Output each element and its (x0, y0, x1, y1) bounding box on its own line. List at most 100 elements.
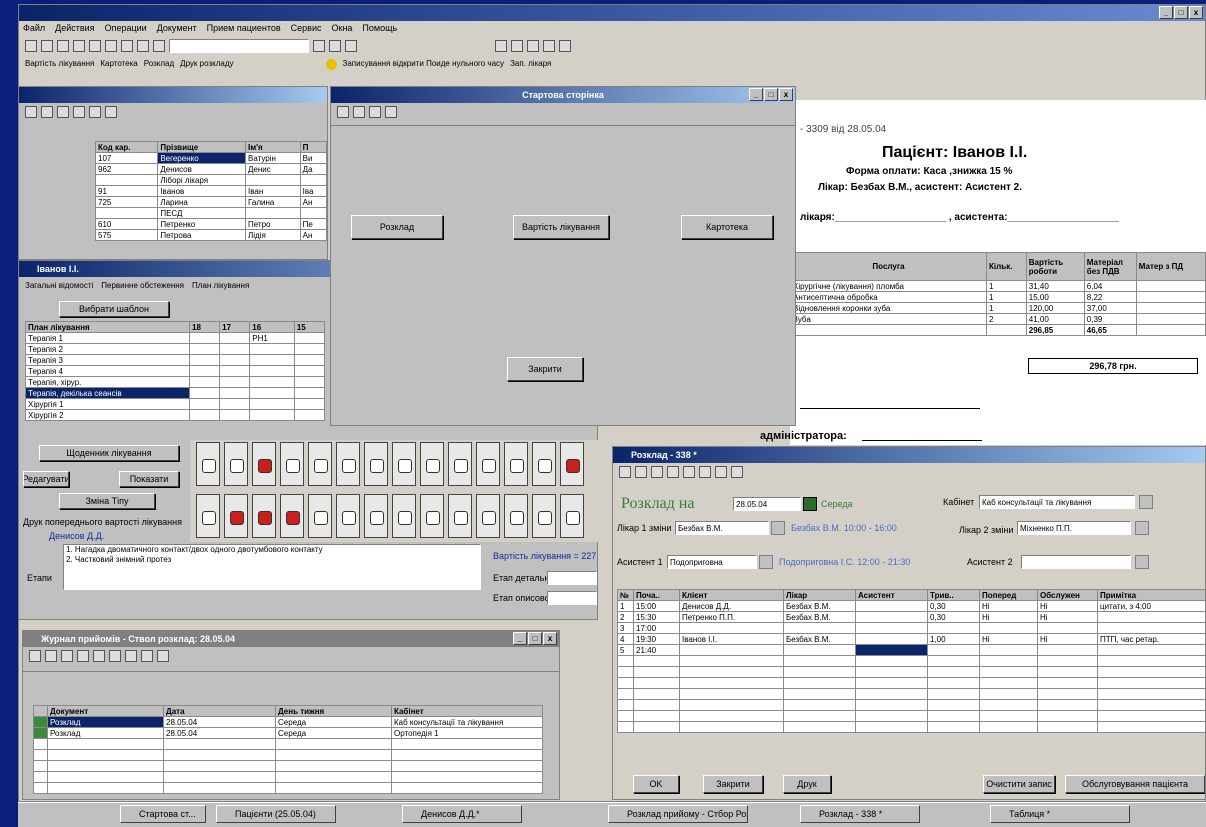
table-row[interactable]: 610 Петренко Петро Пе (94, 218, 327, 230)
nav-cost[interactable]: Вартість лікування (25, 59, 94, 70)
menu-item-actions[interactable]: Действия (55, 23, 94, 33)
tooth-upper-14[interactable] (560, 442, 584, 486)
tooth-upper-13[interactable] (532, 442, 556, 486)
close-icon[interactable]: x (1189, 6, 1203, 19)
taskbar-item-patients[interactable]: Пацієнти (25.05.04) (216, 805, 336, 823)
nav-schedule[interactable]: Розклад (144, 59, 174, 70)
table-row[interactable]: 575 Петрова Лідія Ан (94, 229, 327, 241)
save-icon[interactable] (57, 40, 69, 52)
schedule-table[interactable]: № Поча.. Клієнт Лікар Асистент Трив.. По… (617, 589, 1205, 733)
tab-examination[interactable]: Первинне обстеження (101, 281, 184, 290)
tooth-lower-9[interactable] (420, 494, 444, 538)
tooth-lower-11[interactable] (476, 494, 500, 538)
journal-table[interactable]: Документ Дата День тижня Кабінет Розклад 28.… (33, 705, 543, 794)
col-header[interactable]: Асистент (855, 589, 928, 601)
choose-template-button[interactable]: Вибрати шаблон (59, 301, 169, 317)
find-icon[interactable] (153, 40, 165, 52)
tooth-upper-6[interactable] (336, 442, 360, 486)
table-row[interactable]: Ліборі лікаря (94, 174, 327, 186)
table-row[interactable] (617, 710, 1205, 722)
delete-icon[interactable] (125, 650, 137, 662)
taskbar-item-journal[interactable]: Розклад прийому - Стбор Розкла... (608, 805, 748, 823)
menu-item-windows[interactable]: Окна (332, 23, 353, 33)
tooth-lower-1[interactable] (196, 494, 220, 538)
cost-link[interactable]: Вартість лікування = 227 (493, 551, 596, 561)
menu-item-service[interactable]: Сервис (291, 23, 322, 33)
tooth-lower-13[interactable] (532, 494, 556, 538)
new-icon[interactable] (25, 40, 37, 52)
copy-icon[interactable] (93, 650, 105, 662)
cost-button[interactable]: Вартість лікування (513, 215, 609, 239)
maximize-icon[interactable]: □ (528, 632, 542, 645)
layout-icon[interactable] (511, 40, 523, 52)
print-icon[interactable] (715, 466, 727, 478)
table-row[interactable]: 3 17:00 (617, 622, 1205, 634)
cut-icon[interactable] (73, 40, 85, 52)
filter-icon[interactable] (29, 650, 41, 662)
nav-toolbar-text[interactable]: Записування відкрити Поиде нульного часу (343, 59, 505, 70)
grid-icon[interactable] (495, 40, 507, 52)
filter-icon[interactable] (619, 466, 631, 478)
menu-item-file[interactable]: Файл (23, 23, 45, 33)
plan-row[interactable]: Терапія, хірур. (25, 376, 326, 388)
minimize-icon[interactable]: _ (1159, 6, 1173, 19)
tooth-upper-3[interactable] (252, 442, 276, 486)
tooth-chart[interactable] (190, 440, 610, 542)
col-header[interactable]: День тижня (275, 705, 392, 717)
close-icon[interactable]: x (543, 632, 557, 645)
open-icon[interactable] (41, 40, 53, 52)
tooth-lower-3[interactable] (252, 494, 276, 538)
col-header[interactable]: Прізвище (157, 141, 246, 153)
tab-general[interactable]: Загальні відомості (25, 281, 93, 290)
list-icon[interactable] (45, 650, 57, 662)
assistant2-select[interactable] (1021, 555, 1131, 569)
close-doc-icon[interactable] (543, 40, 555, 52)
col-header[interactable]: Трив.. (927, 589, 980, 601)
assistant1-select[interactable]: Подоприговна (667, 555, 757, 569)
help-icon[interactable] (385, 106, 397, 118)
sort-icon[interactable] (699, 466, 711, 478)
add-icon[interactable] (651, 466, 663, 478)
edit-button[interactable]: Редагувати (23, 471, 69, 487)
table-row[interactable] (33, 782, 543, 794)
print-icon[interactable] (141, 650, 153, 662)
tooth-lower-2[interactable] (224, 494, 248, 538)
tooth-lower-14[interactable] (560, 494, 584, 538)
tooth-upper-7[interactable] (364, 442, 388, 486)
tab-treatment-plan[interactable]: План лікування (192, 281, 249, 290)
chevron-down-icon[interactable] (1135, 521, 1149, 535)
menu-item-help[interactable]: Помощь (362, 23, 397, 33)
tooth-lower-7[interactable] (364, 494, 388, 538)
tooth-upper-10[interactable] (448, 442, 472, 486)
stage-detail-field[interactable] (547, 571, 597, 585)
col-header[interactable]: Дата (163, 705, 276, 717)
table-row[interactable] (33, 771, 543, 783)
tooth-upper-5[interactable] (308, 442, 332, 486)
table-row[interactable]: 4 19:30 Іванов І.І. Безбах В.М. 1,00 Hi Hi ПТП,… (617, 633, 1205, 645)
table-row[interactable]: 725 Ларина Галина Ан (94, 196, 327, 208)
toolbar-search-field[interactable] (169, 39, 309, 53)
menu-item-operations[interactable]: Операции (105, 23, 147, 33)
minimize-icon[interactable]: _ (749, 88, 763, 101)
help-icon[interactable] (157, 650, 169, 662)
table-row[interactable] (617, 666, 1205, 678)
chevron-down-icon[interactable] (759, 555, 773, 569)
table-row[interactable]: 107 Вегеренко Ватурін Ви (94, 152, 327, 164)
plan-row[interactable]: Терапія 4 (25, 365, 326, 377)
col-header[interactable]: Документ (47, 705, 164, 717)
col-header[interactable]: № (617, 589, 634, 601)
plan-row[interactable]: Терапія, декілька сеансів (25, 387, 326, 399)
down-icon[interactable] (683, 466, 695, 478)
change-type-button[interactable]: Зміна Тіпу (59, 493, 155, 509)
chevron-down-icon[interactable] (1135, 555, 1149, 569)
taskbar-item-schedule[interactable]: Розклад - 338 * (800, 805, 920, 823)
edit-icon[interactable] (73, 106, 85, 118)
minimize-icon[interactable]: _ (513, 632, 527, 645)
patients-table[interactable]: Код кар. Прізвище Ім'я П 107 Вегеренко Ватурі… (94, 141, 327, 241)
print-icon[interactable] (121, 40, 133, 52)
tooth-upper-9[interactable] (420, 442, 444, 486)
close-icon[interactable]: x (779, 88, 793, 101)
tooth-lower-8[interactable] (392, 494, 416, 538)
close-button[interactable]: Закрити (507, 357, 583, 381)
chevron-down-icon[interactable] (1139, 495, 1153, 509)
